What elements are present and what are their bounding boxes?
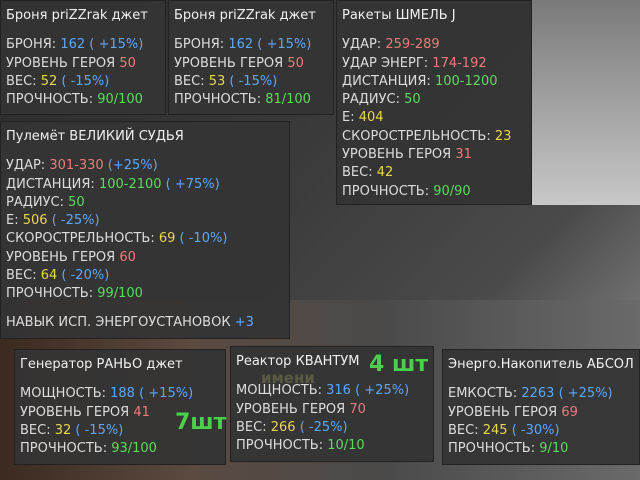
stat-armor: БРОНЯ: 162 ( +15%) <box>174 37 312 53</box>
stat-radius: РАДИУС: 50 <box>342 92 421 108</box>
item-title: Пулемёт ВЕЛИКИЙ СУДЬЯ <box>6 129 184 144</box>
tooltip-armor-2: Броня priZZrak джет БРОНЯ: 162 ( +15%) У… <box>168 0 334 115</box>
stat-capacity: ЕМКОСТЬ: 2263 ( +25%) <box>448 386 613 402</box>
stat-weight: ВЕС: 245 ( -30%) <box>448 422 560 438</box>
stat-energy: Е: 506 ( -25%) <box>6 213 100 229</box>
stat-weight: ВЕС: 266 ( -25%) <box>236 419 348 435</box>
background-right <box>532 0 640 205</box>
stat-hero-level: УРОВЕНЬ ГЕРОЯ 50 <box>6 55 136 71</box>
stat-durability: ПРОЧНОСТЬ: 81/100 <box>174 92 311 108</box>
stat-durability: ПРОЧНОСТЬ: 90/100 <box>6 92 143 108</box>
stat-radius: РАДИУС: 50 <box>6 194 85 210</box>
stat-hero-level: УРОВЕНЬ ГЕРОЯ 50 <box>174 55 304 71</box>
item-title: Броня priZZrak джет <box>174 8 316 23</box>
stat-hero-level: УРОВЕНЬ ГЕРОЯ 31 <box>342 147 472 163</box>
stat-energy-damage: УДАР ЭНЕРГ: 174-192 <box>342 55 487 71</box>
tooltip-generator: Генератор РАНЬО джет МОЩНОСТЬ: 188 ( +15… <box>14 349 226 465</box>
tooltip-machinegun: Пулемёт ВЕЛИКИЙ СУДЬЯ УДАР: 301-330 (+25… <box>0 121 290 339</box>
stat-durability: ПРОЧНОСТЬ: 90/90 <box>342 183 471 199</box>
stat-durability: ПРОЧНОСТЬ: 93/100 <box>20 441 157 457</box>
item-title: Генератор РАНЬО джет <box>20 357 183 372</box>
stat-weight: ВЕС: 42 <box>342 165 394 181</box>
tooltip-rockets: Ракеты ШМЕЛЬ J УДАР: 259-289 УДАР ЭНЕРГ:… <box>336 0 532 205</box>
item-title: Броня priZZrak джет <box>6 8 148 23</box>
tooltip-accumulator: Энерго.Накопитель АБСОЛ ЕМКОСТЬ: 2263 ( … <box>442 349 640 465</box>
stat-fire-rate: СКОРОСТРЕЛЬНОСТЬ: 23 <box>342 128 512 144</box>
stat-hero-level: УРОВЕНЬ ГЕРОЯ 70 <box>236 401 366 417</box>
stat-damage: УДАР: 301-330 (+25%) <box>6 158 158 174</box>
stat-distance: ДИСТАНЦИЯ: 100-2100 ( +75%) <box>6 176 220 192</box>
stat-durability: ПРОЧНОСТЬ: 99/100 <box>6 286 143 302</box>
stat-fire-rate: СКОРОСТРЕЛЬНОСТЬ: 69 ( -10%) <box>6 231 228 247</box>
stat-armor: БРОНЯ: 162 ( +15%) <box>6 37 144 53</box>
stat-power: МОЩНОСТЬ: 188 ( +15%) <box>20 386 194 402</box>
stat-weight: ВЕС: 64 ( -20%) <box>6 268 110 284</box>
tooltip-reactor: имени Реактор КВАНТУМ 4 шт МОЩНОСТЬ: 316… <box>230 346 434 462</box>
stat-durability: ПРОЧНОСТЬ: 9/10 <box>448 441 569 457</box>
ghost-text: имени <box>261 369 315 387</box>
stat-durability: ПРОЧНОСТЬ: 10/10 <box>236 438 365 454</box>
tooltip-armor-1: Броня priZZrak джет БРОНЯ: 162 ( +15%) У… <box>0 0 166 115</box>
stat-energy: Е: 404 <box>342 110 384 126</box>
stat-damage: УДАР: 259-289 <box>342 37 440 53</box>
count-overlay: 4 шт <box>369 352 429 377</box>
item-title: Ракеты ШМЕЛЬ J <box>342 8 456 23</box>
item-title: Энерго.Накопитель АБСОЛ <box>448 357 634 372</box>
stat-skill: НАВЫК ИСП. ЭНЕРГОУСТАНОВОК +3 <box>6 314 254 330</box>
stat-hero-level: УРОВЕНЬ ГЕРОЯ 60 <box>6 249 136 265</box>
stat-hero-level: УРОВЕНЬ ГЕРОЯ 69 <box>448 404 578 420</box>
stat-weight: ВЕС: 52 ( -15%) <box>6 73 110 89</box>
stat-weight: ВЕС: 53 ( -15%) <box>174 73 278 89</box>
stat-distance: ДИСТАНЦИЯ: 100-1200 <box>342 73 498 89</box>
count-overlay: 7шт <box>175 410 227 435</box>
